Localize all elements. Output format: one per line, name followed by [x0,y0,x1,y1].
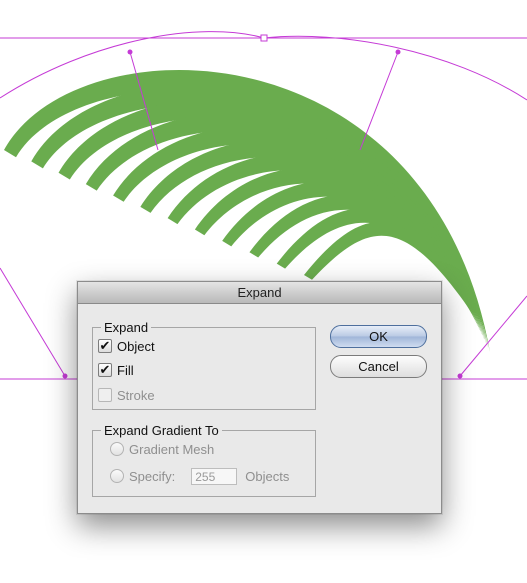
envelope-left-side [0,267,66,377]
object-option[interactable]: ✔ Object [98,337,155,355]
specify-radio [110,469,124,483]
expand-group-legend: Expand [104,320,149,335]
fill-option[interactable]: ✔ Fill [98,361,134,379]
anchor-point[interactable] [62,373,68,379]
anchor-point[interactable] [395,49,401,55]
fill-label: Fill [117,362,134,378]
stroke-option: Stroke [98,386,155,404]
object-checkbox[interactable]: ✔ [98,339,112,353]
gradient-mesh-radio [110,442,124,456]
cancel-button[interactable]: Cancel [330,355,427,378]
object-label: Object [117,338,155,354]
ok-button[interactable]: OK [330,325,427,348]
envelope-right-guide [359,51,399,151]
expand-gradient-group: Expand Gradient To [92,423,316,497]
specify-label: Specify: [129,468,176,484]
bounding-box-handle[interactable] [260,34,268,42]
gradient-mesh-option: Gradient Mesh [110,440,214,458]
specify-option: Specify: 255 Objects [110,467,289,485]
gradient-mesh-label: Gradient Mesh [129,441,215,457]
stroke-checkbox [98,388,112,402]
expand-dialog: Expand Expand ✔ Object ✔ Fill Stroke Exp… [77,281,442,514]
expand-gradient-legend: Expand Gradient To [104,423,219,438]
specify-count-field: 255 [191,467,238,485]
anchor-point[interactable] [127,49,133,55]
stroke-label: Stroke [117,387,155,403]
dialog-title: Expand [78,282,441,304]
fill-checkbox[interactable]: ✔ [98,363,112,377]
anchor-point[interactable] [457,373,463,379]
specify-units-label: Objects [245,468,290,484]
